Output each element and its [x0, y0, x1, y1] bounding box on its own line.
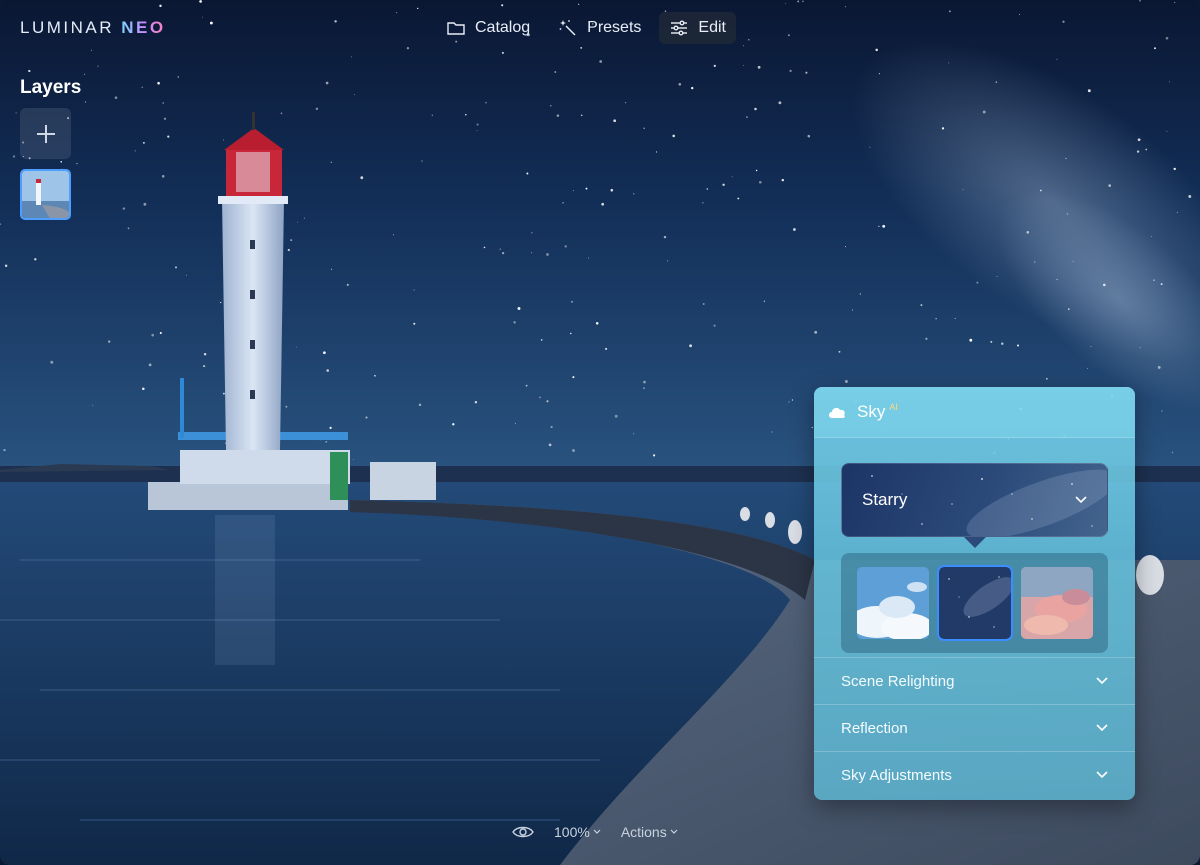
magic-wand-icon	[559, 20, 576, 36]
zoom-dropdown[interactable]: 100%	[554, 824, 601, 840]
section-scene-relighting-label: Scene Relighting	[841, 672, 955, 690]
layers-title: Layers	[20, 77, 82, 98]
sky-ai-panel: Sky AI Starry Scene Relighting Reflectio…	[814, 387, 1135, 800]
ai-badge: AI	[889, 402, 898, 412]
sky-thumbnail-starry[interactable]	[936, 565, 1013, 641]
preview-toggle-button[interactable]	[512, 825, 534, 839]
sky-panel-title: Sky	[857, 402, 886, 421]
chevron-down-icon	[593, 829, 601, 834]
chevron-down-icon	[1096, 677, 1108, 685]
layer-thumbnail[interactable]	[20, 169, 71, 220]
cloud-icon	[829, 407, 845, 418]
section-reflection-label: Reflection	[841, 719, 908, 737]
logo-accent-text: NEO	[121, 18, 166, 37]
section-sky-adjustments-label: Sky Adjustments	[841, 766, 952, 784]
layer-preview-image	[22, 171, 69, 218]
top-navigation: Catalog Presets Edit	[436, 12, 736, 44]
sky-thumbnail-sunset[interactable]	[1020, 567, 1093, 639]
nav-presets[interactable]: Presets	[548, 12, 651, 44]
section-reflection[interactable]: Reflection	[814, 704, 1135, 751]
logo-main-text: LUMINAR	[20, 18, 122, 37]
chevron-down-icon	[1096, 771, 1108, 779]
actions-label: Actions	[620, 824, 667, 840]
sky-thumbnail-clouds[interactable]	[856, 567, 929, 639]
chevron-down-icon	[1075, 496, 1087, 504]
app-logo: LUMINAR NEO	[20, 18, 166, 38]
section-sky-adjustments[interactable]: Sky Adjustments	[814, 751, 1135, 798]
folder-icon	[447, 22, 465, 35]
plus-icon	[36, 124, 55, 143]
sky-panel-header[interactable]: Sky AI	[814, 387, 1135, 438]
app-window: LUMINAR NEO Catalog Presets Edit Layers	[0, 0, 1200, 865]
chevron-down-icon	[1096, 724, 1108, 732]
dropdown-pointer	[964, 537, 986, 548]
nav-catalog[interactable]: Catalog	[436, 12, 540, 44]
sky-selection-dropdown[interactable]: Starry	[841, 463, 1108, 537]
section-scene-relighting[interactable]: Scene Relighting	[814, 657, 1135, 704]
add-layer-button[interactable]	[20, 108, 71, 159]
sliders-icon	[671, 20, 688, 36]
sky-thumbnail-strip	[841, 553, 1108, 653]
nav-edit-label: Edit	[698, 19, 726, 36]
nav-presets-label: Presets	[587, 19, 642, 36]
nav-catalog-label: Catalog	[475, 19, 531, 36]
selected-sky-name: Starry	[862, 490, 908, 509]
bottom-toolbar: 100% Actions	[512, 824, 678, 840]
chevron-down-icon	[670, 829, 678, 834]
sunset-sky-image	[1020, 567, 1093, 639]
starry-sky-image	[938, 567, 1011, 639]
zoom-level: 100%	[554, 824, 590, 840]
nav-edit[interactable]: Edit	[659, 12, 736, 44]
eye-icon	[512, 826, 534, 838]
actions-dropdown[interactable]: Actions	[621, 824, 678, 840]
cloudy-sky-image	[856, 567, 929, 639]
